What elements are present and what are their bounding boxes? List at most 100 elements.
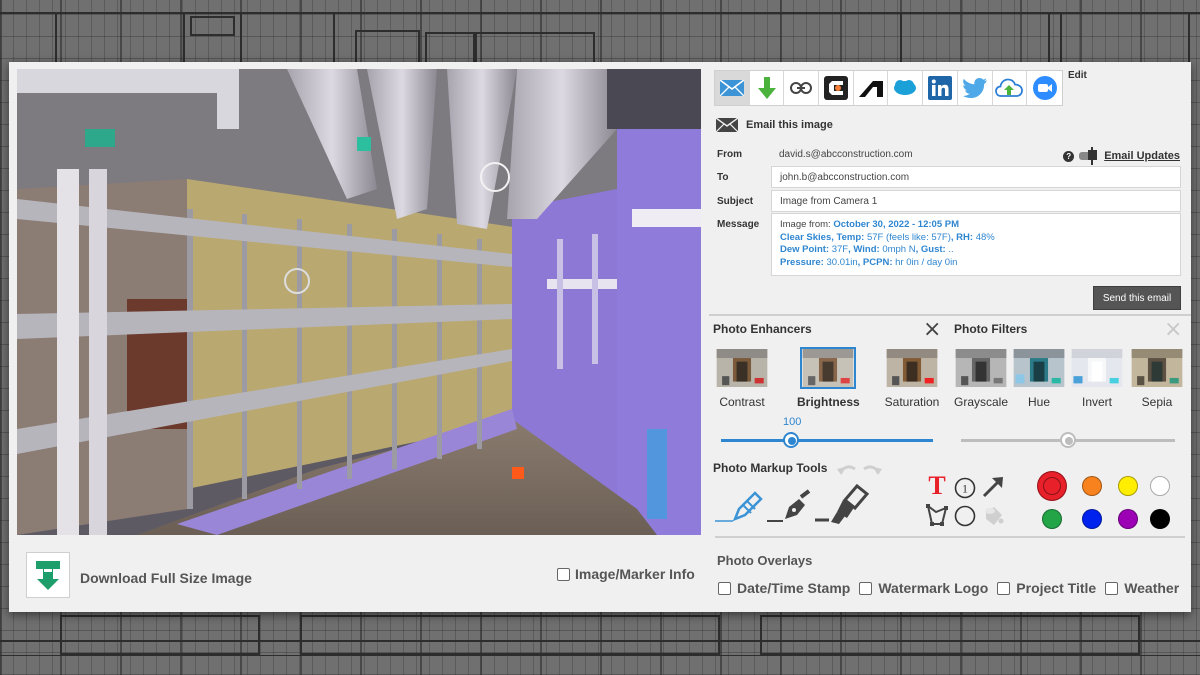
filter-slider-handle[interactable] bbox=[1060, 432, 1076, 448]
pencil-icon bbox=[715, 491, 763, 522]
zoom-icon bbox=[1032, 76, 1057, 100]
edit-share-link[interactable]: Edit bbox=[1068, 70, 1087, 81]
undo-icon bbox=[837, 465, 856, 475]
fill-tool[interactable] bbox=[981, 504, 1005, 528]
redo-button[interactable] bbox=[862, 460, 882, 476]
share-autodesk-button[interactable] bbox=[853, 71, 889, 105]
thumbnail-image bbox=[1131, 349, 1183, 387]
thumbnail-image bbox=[802, 349, 854, 387]
to-input[interactable]: john.b@abcconstruction.com bbox=[771, 166, 1181, 188]
photo-filters-title: Photo Filters bbox=[954, 322, 1028, 336]
color-swatch[interactable] bbox=[1150, 476, 1170, 496]
to-label: To bbox=[717, 172, 729, 183]
numbered-marker-icon: 1 bbox=[954, 477, 976, 499]
thumbnail-image bbox=[1013, 349, 1065, 387]
overlay-checkbox[interactable] bbox=[718, 581, 731, 595]
help-icon[interactable]: ? bbox=[1063, 150, 1075, 162]
share-zoom-button[interactable] bbox=[1027, 71, 1062, 105]
overlay-date-time-stamp[interactable]: Date/Time Stamp bbox=[718, 580, 850, 596]
color-swatch[interactable] bbox=[1118, 476, 1138, 496]
share-salesforce-button[interactable] bbox=[888, 71, 924, 105]
color-swatch[interactable] bbox=[1082, 476, 1102, 496]
procore-icon bbox=[823, 76, 848, 100]
pencil-tool[interactable] bbox=[715, 487, 765, 523]
send-email-button[interactable]: Send this email bbox=[1093, 286, 1181, 310]
color-swatch[interactable] bbox=[1042, 509, 1062, 529]
color-swatch[interactable] bbox=[1150, 509, 1170, 529]
filter-grayscale[interactable]: Grayscale bbox=[951, 347, 1011, 409]
highlighter-icon bbox=[815, 483, 870, 524]
contrast-label: Contrast bbox=[719, 395, 765, 409]
share-toolbar bbox=[714, 70, 1063, 106]
image-marker-info-toggle[interactable]: Image/Marker Info bbox=[557, 566, 695, 582]
pen-tool[interactable] bbox=[767, 487, 813, 523]
from-value: david.s@abcconstruction.com bbox=[779, 149, 913, 160]
image-marker-info-checkbox[interactable] bbox=[557, 567, 570, 581]
share-linkedin-button[interactable] bbox=[923, 71, 958, 105]
camera-photo[interactable] bbox=[17, 69, 701, 535]
download-full-size-button[interactable] bbox=[26, 552, 70, 598]
numbered-marker-tool[interactable]: 1 bbox=[953, 476, 977, 500]
undo-button[interactable] bbox=[837, 460, 857, 476]
hue-thumbnail bbox=[1011, 347, 1067, 389]
sepia-thumbnail bbox=[1129, 347, 1185, 389]
share-email-button[interactable] bbox=[715, 71, 750, 105]
filter-slider[interactable] bbox=[961, 432, 1175, 448]
overlay-watermark-logo[interactable]: Watermark Logo bbox=[859, 580, 988, 596]
color-swatch[interactable] bbox=[1118, 509, 1138, 529]
enhancers-close-icon[interactable]: × bbox=[923, 319, 941, 341]
share-download-button[interactable] bbox=[749, 71, 785, 105]
overlay-weather[interactable]: Weather bbox=[1105, 580, 1179, 596]
overlay-checkbox[interactable] bbox=[859, 581, 873, 595]
section-divider bbox=[709, 314, 1191, 316]
subject-label: Subject bbox=[717, 196, 754, 207]
highlighter-tool[interactable] bbox=[815, 482, 871, 524]
overlay-checkbox[interactable] bbox=[997, 581, 1011, 595]
enhancer-brightness[interactable]: Brightness bbox=[797, 347, 860, 409]
image-marker-info-label: Image/Marker Info bbox=[575, 566, 695, 582]
brightness-thumbnail bbox=[800, 347, 856, 389]
email-title-text: Email this image bbox=[746, 119, 833, 131]
share-cloud-upload-button[interactable] bbox=[992, 71, 1028, 105]
color-swatch[interactable] bbox=[1082, 509, 1102, 529]
contrast-thumbnail bbox=[714, 347, 770, 389]
pen-icon bbox=[767, 489, 811, 522]
redo-icon bbox=[863, 465, 882, 475]
arrow-tool[interactable] bbox=[981, 475, 1005, 499]
arrow-icon bbox=[982, 477, 1003, 498]
autodesk-icon bbox=[858, 81, 883, 97]
enhancer-saturation[interactable]: Saturation bbox=[881, 347, 943, 409]
link-icon bbox=[790, 82, 813, 94]
text-tool[interactable]: T bbox=[925, 473, 949, 499]
text-icon: T bbox=[928, 471, 946, 500]
share-procore-button[interactable] bbox=[819, 71, 854, 105]
message-label: Message bbox=[717, 219, 760, 230]
enhancer-slider[interactable] bbox=[721, 432, 933, 448]
share-twitter-button[interactable] bbox=[957, 71, 993, 105]
overlay-checkbox[interactable] bbox=[1105, 581, 1119, 595]
overlay-project-title[interactable]: Project Title bbox=[997, 580, 1096, 596]
enhancer-slider-handle[interactable] bbox=[782, 432, 799, 448]
message-line-3: Dew Point: 37F, Wind: 0mph N, Gust: .. bbox=[780, 244, 954, 255]
subject-input[interactable]: Image from Camera 1 bbox=[771, 190, 1181, 212]
thumbnail-image bbox=[886, 349, 938, 387]
polygon-tool[interactable] bbox=[925, 503, 949, 527]
filter-hue[interactable]: Hue bbox=[1010, 347, 1068, 409]
download-arrow-icon bbox=[36, 561, 60, 590]
invert-thumbnail bbox=[1069, 347, 1125, 389]
saturation-thumbnail bbox=[884, 347, 940, 389]
circle-tool[interactable] bbox=[953, 504, 977, 528]
message-textarea[interactable]: Image from: October 30, 2022 - 12:05 PM … bbox=[771, 213, 1181, 276]
filter-invert[interactable]: Invert bbox=[1067, 347, 1127, 409]
message-line-1: Image from: October 30, 2022 - 12:05 PM bbox=[780, 219, 959, 230]
share-link-button[interactable] bbox=[784, 71, 820, 105]
filters-close-icon[interactable]: × bbox=[1164, 319, 1182, 341]
download-full-size-label[interactable]: Download Full Size Image bbox=[80, 570, 252, 586]
enhancer-contrast[interactable]: Contrast bbox=[711, 347, 773, 409]
photo-overlays-title: Photo Overlays bbox=[717, 553, 813, 568]
cloud-upload-icon bbox=[995, 78, 1024, 97]
email-updates-link[interactable]: Email Updates bbox=[1104, 150, 1180, 162]
filter-sepia[interactable]: Sepia bbox=[1127, 347, 1187, 409]
circle-icon bbox=[954, 505, 976, 527]
color-swatch[interactable] bbox=[1037, 471, 1067, 501]
